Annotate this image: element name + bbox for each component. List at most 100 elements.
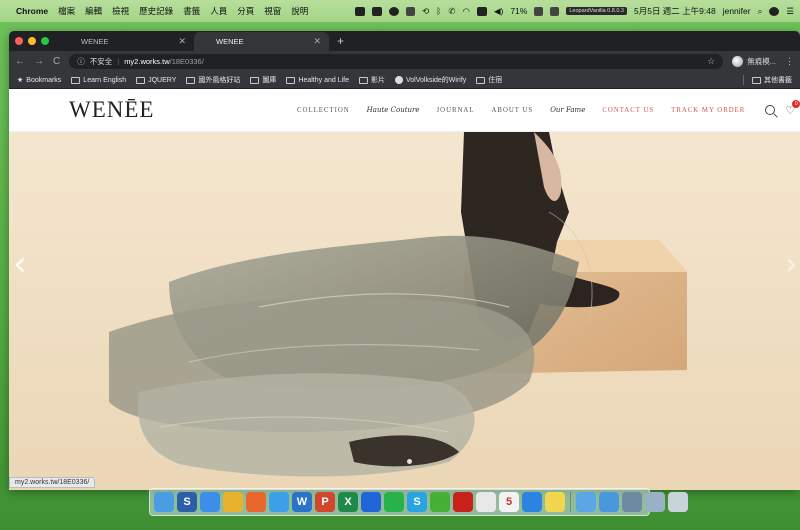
nav-journal[interactable]: JOURNAL: [437, 107, 475, 114]
other-bookmarks[interactable]: 其他書籤: [743, 75, 792, 85]
bookmark-item[interactable]: JQUERY: [136, 76, 176, 84]
keyboard-input-icon[interactable]: [476, 6, 487, 16]
camera-icon[interactable]: [372, 6, 383, 16]
firefox-icon[interactable]: [246, 492, 266, 512]
powerpoint-icon[interactable]: P: [315, 492, 335, 512]
menu-people[interactable]: 人員: [210, 5, 227, 17]
site-logo[interactable]: WENĒE: [69, 97, 227, 123]
textedit-icon[interactable]: [476, 492, 496, 512]
tab-wenee-1[interactable]: WENEE ✕: [59, 32, 194, 51]
battery-icon[interactable]: [534, 6, 544, 16]
calendar-icon[interactable]: 5: [499, 492, 519, 512]
bookmark-item[interactable]: 住宿: [476, 75, 502, 85]
wifi-icon[interactable]: ◠: [463, 6, 470, 17]
vpn-icon[interactable]: [389, 6, 400, 16]
downloads-icon[interactable]: [599, 492, 619, 512]
volume-icon[interactable]: ◀): [494, 6, 503, 17]
spotlight-icon[interactable]: ⌕: [758, 6, 763, 17]
slider-next-arrow[interactable]: ›: [784, 244, 798, 284]
bookmark-item[interactable]: Healthy and Life: [286, 76, 349, 84]
finder-icon[interactable]: [154, 492, 174, 512]
skype-icon[interactable]: S: [407, 492, 427, 512]
chrome-icon[interactable]: [223, 492, 243, 512]
clock[interactable]: 5月5日 週二 上午9:48: [634, 5, 716, 17]
folder-icon: [71, 76, 81, 84]
search-icon[interactable]: [765, 105, 776, 115]
folder-icon: [136, 76, 146, 84]
notification-center-icon[interactable]: ☰: [786, 6, 794, 17]
zoom-window-button[interactable]: [41, 37, 49, 45]
menu-bookmarks[interactable]: 書籤: [183, 5, 200, 17]
menu-file[interactable]: 檔案: [58, 5, 75, 17]
phone-icon[interactable]: ✆: [448, 6, 455, 17]
line-icon[interactable]: [384, 492, 404, 512]
nav-about-us[interactable]: ABOUT US: [492, 107, 534, 114]
excel-icon[interactable]: X: [338, 492, 358, 512]
slider-dot[interactable]: [407, 459, 412, 464]
bookmark-item[interactable]: Learn English: [71, 76, 126, 84]
bookmark-item[interactable]: 圖庫: [250, 75, 276, 85]
reload-icon[interactable]: C: [53, 56, 60, 67]
leopard-vanilla-menu[interactable]: LeopardVanilla 0.8.0.3: [566, 7, 627, 15]
menu-tab[interactable]: 分頁: [237, 5, 254, 17]
acrobat-icon[interactable]: [453, 492, 473, 512]
documents-icon[interactable]: [645, 492, 665, 512]
nav-our-fame[interactable]: Our Fame: [550, 106, 585, 114]
wechat-icon[interactable]: [430, 492, 450, 512]
bookmark-star-icon[interactable]: ☆: [707, 56, 715, 67]
folder-stack-icon[interactable]: [576, 492, 596, 512]
hero-slider[interactable]: ‹ ›: [9, 132, 800, 490]
user-menu[interactable]: jennifer: [723, 6, 751, 16]
bookmark-label: 圖庫: [262, 77, 277, 84]
alfred-icon[interactable]: [406, 6, 416, 16]
bookmark-label: 住宿: [488, 77, 503, 84]
minimize-window-button[interactable]: [28, 37, 36, 45]
airplay-icon[interactable]: [550, 6, 560, 16]
sourcetree-icon[interactable]: S: [177, 492, 197, 512]
bookmark-label: VolVolkside的Wirify: [405, 77, 467, 84]
time-machine-icon[interactable]: ⟲: [422, 6, 429, 17]
security-label[interactable]: 不安全: [90, 56, 113, 67]
trash-icon[interactable]: [668, 492, 688, 512]
folder-icon: [286, 76, 296, 84]
nav-haute-couture[interactable]: Haute Couture: [367, 106, 420, 114]
menu-edit[interactable]: 編輯: [85, 5, 102, 17]
bookmark-item[interactable]: 國外風格好站: [186, 75, 240, 85]
tab-close-icon[interactable]: ✕: [178, 36, 186, 47]
address-bar[interactable]: ⓘ 不安全 | my2.works.tw/18E0336/ ☆: [69, 54, 724, 69]
nav-collection[interactable]: COLLECTION: [297, 107, 350, 114]
forward-icon[interactable]: →: [34, 56, 44, 67]
word-icon[interactable]: W: [292, 492, 312, 512]
bookmark-item[interactable]: 影片: [358, 75, 385, 85]
preview-icon[interactable]: [622, 492, 642, 512]
bluetooth-icon[interactable]: ᛒ: [436, 6, 441, 16]
app-menu-chrome[interactable]: Chrome: [16, 6, 48, 16]
facetime-icon[interactable]: [522, 492, 542, 512]
tab-close-icon[interactable]: ✕: [313, 36, 321, 47]
menu-history[interactable]: 歷史記錄: [139, 5, 173, 17]
siri-icon[interactable]: [769, 6, 780, 16]
nav-track-my-order[interactable]: TRACK MY ORDER: [671, 107, 745, 114]
safari-icon[interactable]: [200, 492, 220, 512]
menu-help[interactable]: 說明: [291, 5, 308, 17]
notes-icon[interactable]: [545, 492, 565, 512]
info-icon[interactable]: ⓘ: [77, 56, 85, 67]
menu-window[interactable]: 視窗: [264, 5, 281, 17]
bookmark-item[interactable]: VolVolkside的Wirify: [394, 75, 467, 85]
dropbox-icon[interactable]: [361, 492, 381, 512]
tab-wenee-2[interactable]: WENEE ✕: [194, 32, 329, 51]
folder-icon: [186, 76, 196, 84]
close-window-button[interactable]: [15, 37, 23, 45]
back-icon[interactable]: ←: [15, 56, 25, 67]
twitter-icon[interactable]: [269, 492, 289, 512]
bookmark-item[interactable]: ★ Bookmarks: [17, 76, 61, 85]
menu-view[interactable]: 檢視: [112, 5, 129, 17]
battery-percent[interactable]: 71%: [510, 6, 527, 16]
screencast-icon[interactable]: [355, 6, 366, 16]
browser-menu-icon[interactable]: ⋮: [785, 56, 794, 67]
incognito-profile-button[interactable]: 無痕模...: [732, 56, 776, 67]
wishlist-icon[interactable]: ♡ 0: [785, 99, 800, 117]
nav-contact-us[interactable]: CONTACT US: [602, 107, 654, 114]
slider-prev-arrow[interactable]: ‹: [13, 244, 27, 284]
new-tab-button[interactable]: +: [337, 32, 344, 51]
